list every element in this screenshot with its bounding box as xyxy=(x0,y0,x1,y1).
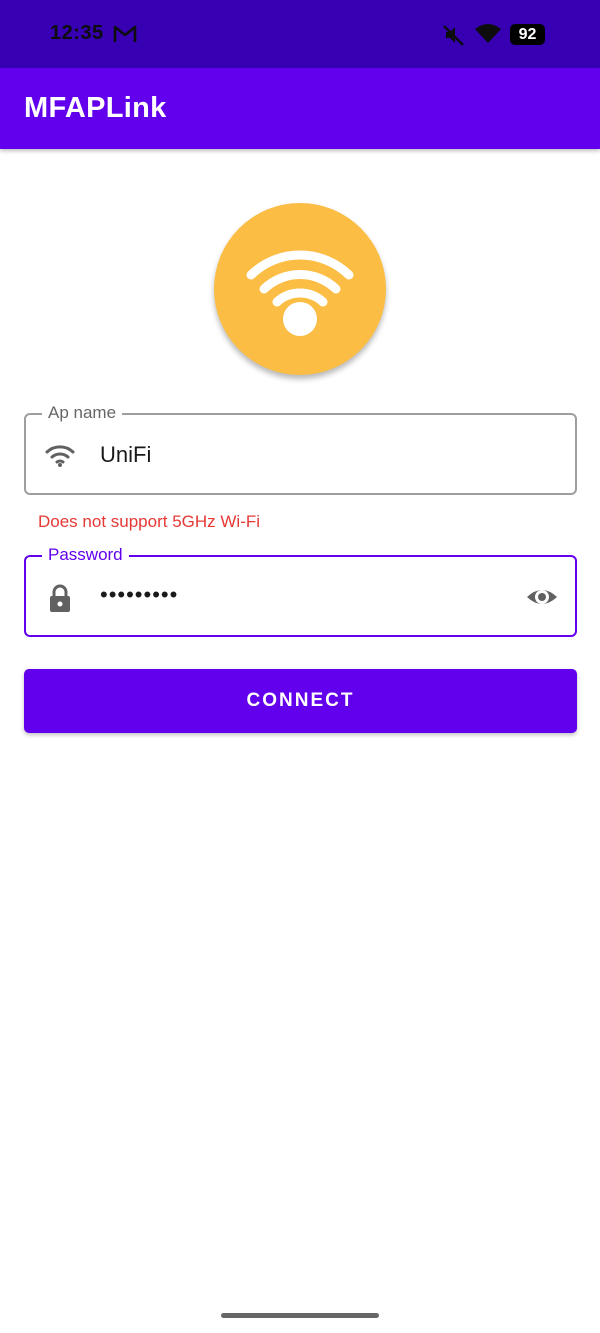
mute-icon xyxy=(443,25,464,46)
status-bar: 12:35 92 xyxy=(0,0,600,68)
wifi-icon xyxy=(246,250,354,336)
ap-name-field[interactable]: Ap name UniFi xyxy=(24,402,577,495)
password-field[interactable]: Password ••••••••• xyxy=(24,544,577,637)
wifi-icon xyxy=(475,24,501,43)
ap-name-error: Does not support 5GHz Wi-Fi xyxy=(38,512,261,531)
password-label: Password xyxy=(42,544,129,566)
home-indicator[interactable] xyxy=(221,1313,379,1318)
app-title: MFAPLink xyxy=(24,92,167,124)
lock-icon xyxy=(50,584,70,612)
password-input[interactable]: ••••••••• xyxy=(100,582,178,608)
eye-icon[interactable] xyxy=(525,582,559,612)
app-bar: MFAPLink xyxy=(0,68,600,149)
wifi-icon xyxy=(45,445,75,467)
gmail-icon xyxy=(113,25,137,42)
ap-name-label: Ap name xyxy=(42,402,123,424)
app-logo xyxy=(214,203,386,375)
connect-button[interactable]: CONNECT xyxy=(24,669,577,733)
status-time: 12:35 xyxy=(50,22,104,44)
battery-icon: 92 xyxy=(510,24,545,45)
ap-name-input[interactable]: UniFi xyxy=(100,442,151,468)
